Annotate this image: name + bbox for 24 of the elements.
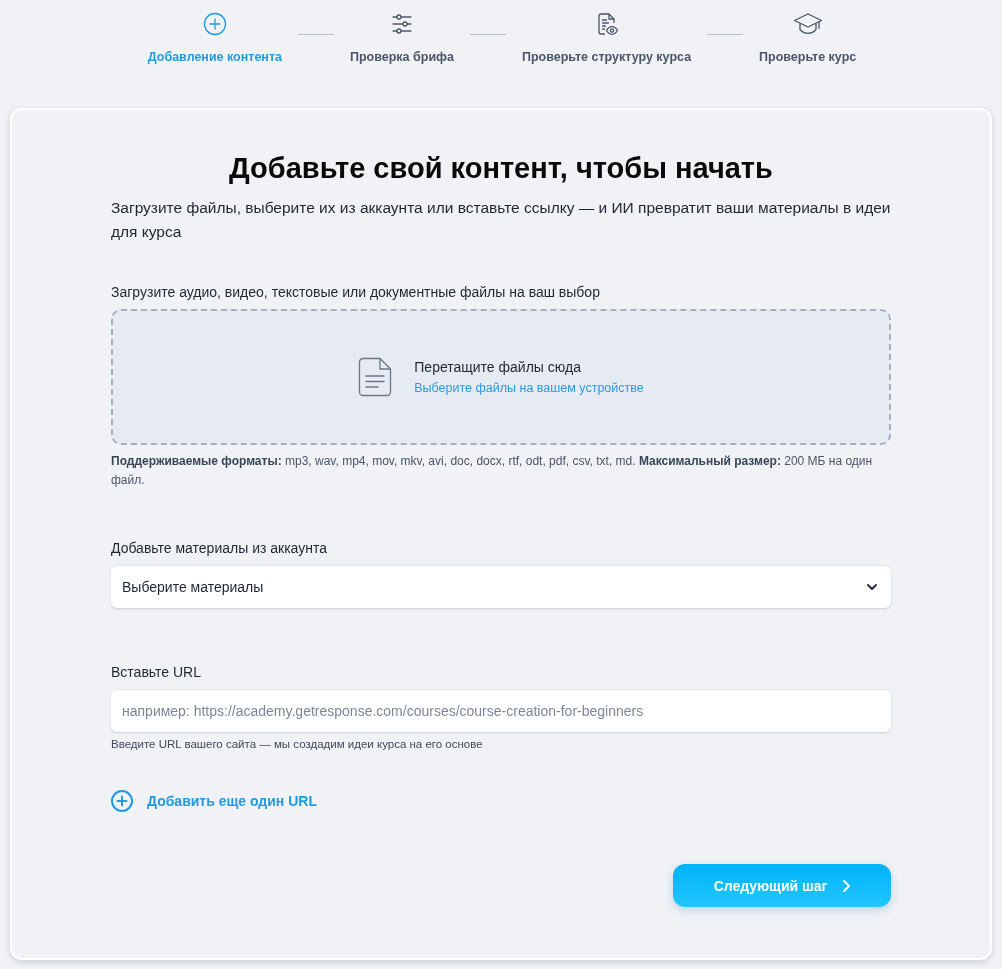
url-label: Вставьте URL bbox=[111, 663, 202, 682]
step-connector bbox=[470, 34, 506, 35]
chevron-down-icon bbox=[867, 583, 877, 590]
step-connector bbox=[298, 34, 334, 35]
plus-circle-icon bbox=[202, 12, 227, 36]
url-hint: Введите URL вашего сайта — мы создадим идеи курса на его основе bbox=[111, 737, 484, 752]
url-input[interactable]: например: https://academy.getresponse.com/courses/course-creation-for-beginners bbox=[111, 689, 891, 732]
chevron-right-icon bbox=[843, 879, 851, 892]
file-dropzone[interactable]: Перетащите файлы сюда Выберите файлы на вашем устройстве bbox=[111, 309, 891, 445]
formats-note: Поддерживаемые форматы: mp3, wav, mp4, mov, mkv, avi, doc, docx, rtf, odt, pdf, csv, txt, md. Максимальный размер: 200 МБ на один файл. bbox=[111, 453, 874, 489]
materials-select[interactable]: Выберите материалы bbox=[111, 565, 891, 608]
step-label[interactable]: Проверьте курс bbox=[759, 50, 857, 64]
sliders-icon bbox=[390, 12, 414, 36]
page-subtitle: Загрузите файлы, выберите их из аккаунта или вставьте ссылку — и ИИ превратит ваши материалы в идеи для курса bbox=[111, 198, 891, 242]
step-connector bbox=[707, 34, 744, 35]
step-label[interactable]: Проверка брифа bbox=[350, 50, 454, 64]
dropzone-text: Перетащите файлы сюда bbox=[414, 358, 582, 376]
upload-label: Загрузите аудио, видео, текстовые или документные файлы на ваш выбор bbox=[111, 283, 601, 302]
document-icon bbox=[358, 357, 393, 397]
graduation-cap-icon bbox=[792, 12, 823, 36]
materials-label: Добавьте материалы из аккаунта bbox=[111, 539, 328, 558]
plus-circle-icon[interactable] bbox=[111, 790, 133, 812]
page-title: Добавьте свой контент, чтобы начать bbox=[228, 151, 774, 186]
step-label[interactable]: Проверьте структуру курса bbox=[522, 50, 692, 64]
